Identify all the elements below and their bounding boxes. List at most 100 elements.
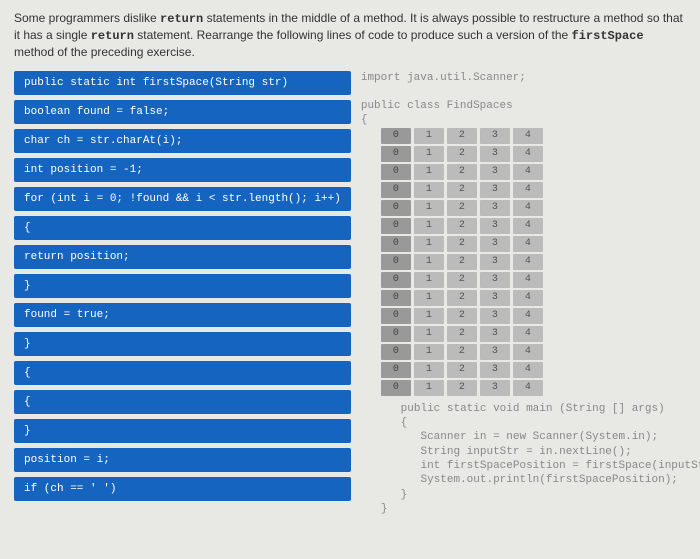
indent-slot[interactable]: 0 [381,308,411,324]
indent-slot[interactable]: 0 [381,380,411,396]
indent-slot[interactable]: 1 [414,254,444,270]
indent-slot[interactable]: 3 [480,380,510,396]
indent-slot[interactable]: 0 [381,326,411,342]
slot-row[interactable]: 01234 [381,380,700,396]
indent-slot[interactable]: 2 [447,254,477,270]
indent-slot[interactable]: 4 [513,254,543,270]
indent-slot[interactable]: 1 [414,272,444,288]
draggable-code-block[interactable]: if (ch == ' ') [14,477,351,501]
indent-slot[interactable]: 3 [480,362,510,378]
draggable-code-block[interactable]: char ch = str.charAt(i); [14,129,351,153]
slot-row[interactable]: 01234 [381,290,700,306]
indent-slot[interactable]: 4 [513,290,543,306]
draggable-code-block[interactable]: { [14,361,351,385]
draggable-code-block[interactable]: return position; [14,245,351,269]
indent-slot[interactable]: 3 [480,326,510,342]
draggable-code-block[interactable]: { [14,216,351,240]
draggable-code-block[interactable]: int position = -1; [14,158,351,182]
indent-slot[interactable]: 1 [414,182,444,198]
slot-row[interactable]: 01234 [381,164,700,180]
indent-slot[interactable]: 2 [447,146,477,162]
indent-slot[interactable]: 2 [447,362,477,378]
indent-slot[interactable]: 2 [447,218,477,234]
draggable-code-block[interactable]: found = true; [14,303,351,327]
slot-row[interactable]: 01234 [381,146,700,162]
indent-slot[interactable]: 4 [513,182,543,198]
indent-slot[interactable]: 2 [447,290,477,306]
slot-row[interactable]: 01234 [381,218,700,234]
draggable-code-block[interactable]: position = i; [14,448,351,472]
indent-slot[interactable]: 0 [381,128,411,144]
indent-slot[interactable]: 3 [480,344,510,360]
indent-slot[interactable]: 3 [480,200,510,216]
indent-slot[interactable]: 4 [513,200,543,216]
indent-slot[interactable]: 1 [414,344,444,360]
slot-row[interactable]: 01234 [381,326,700,342]
indent-slot[interactable]: 0 [381,362,411,378]
indent-slot[interactable]: 3 [480,308,510,324]
indent-slot[interactable]: 3 [480,272,510,288]
indent-slot[interactable]: 1 [414,362,444,378]
indent-slot[interactable]: 1 [414,218,444,234]
indent-slot[interactable]: 4 [513,236,543,252]
slot-row[interactable]: 01234 [381,236,700,252]
draggable-code-block[interactable]: { [14,390,351,414]
slot-row[interactable]: 01234 [381,308,700,324]
draggable-code-block[interactable]: public static int firstSpace(String str) [14,71,351,95]
draggable-code-block[interactable]: boolean found = false; [14,100,351,124]
indent-slot[interactable]: 1 [414,290,444,306]
indent-slot[interactable]: 0 [381,254,411,270]
indent-slot[interactable]: 1 [414,128,444,144]
slot-row[interactable]: 01234 [381,254,700,270]
indent-slot[interactable]: 3 [480,236,510,252]
indent-slot[interactable]: 3 [480,164,510,180]
indent-slot[interactable]: 1 [414,236,444,252]
indent-slot[interactable]: 3 [480,290,510,306]
draggable-code-block[interactable]: } [14,274,351,298]
indent-slot[interactable]: 4 [513,128,543,144]
indent-slot[interactable]: 0 [381,164,411,180]
indent-slot[interactable]: 2 [447,182,477,198]
indent-slot[interactable]: 1 [414,146,444,162]
indent-slot[interactable]: 0 [381,200,411,216]
indent-slot[interactable]: 1 [414,200,444,216]
slot-row[interactable]: 01234 [381,362,700,378]
indent-slot[interactable]: 1 [414,308,444,324]
draggable-code-block[interactable]: } [14,332,351,356]
indent-slot[interactable]: 3 [480,146,510,162]
indent-slot[interactable]: 0 [381,182,411,198]
slot-row[interactable]: 01234 [381,344,700,360]
indent-slot[interactable]: 2 [447,272,477,288]
slot-row[interactable]: 01234 [381,128,700,144]
indent-slot[interactable]: 4 [513,362,543,378]
indent-slot[interactable]: 3 [480,218,510,234]
indent-slot[interactable]: 4 [513,164,543,180]
draggable-code-block[interactable]: for (int i = 0; !found && i < str.length… [14,187,351,211]
indent-slot[interactable]: 0 [381,272,411,288]
indent-slot[interactable]: 0 [381,236,411,252]
indent-slot[interactable]: 4 [513,326,543,342]
slot-row[interactable]: 01234 [381,272,700,288]
indent-slot[interactable]: 4 [513,218,543,234]
slot-row[interactable]: 01234 [381,182,700,198]
indent-slot[interactable]: 1 [414,380,444,396]
indent-slot[interactable]: 2 [447,236,477,252]
indent-slot[interactable]: 2 [447,308,477,324]
indent-slot[interactable]: 1 [414,326,444,342]
indent-slot[interactable]: 4 [513,380,543,396]
indent-slot[interactable]: 4 [513,308,543,324]
indent-slot[interactable]: 0 [381,290,411,306]
draggable-code-block[interactable]: } [14,419,351,443]
indent-slot[interactable]: 0 [381,218,411,234]
indent-slot[interactable]: 3 [480,254,510,270]
indent-slot[interactable]: 4 [513,344,543,360]
indent-slot[interactable]: 3 [480,128,510,144]
indent-slot[interactable]: 2 [447,380,477,396]
slot-row[interactable]: 01234 [381,200,700,216]
indent-slot[interactable]: 0 [381,344,411,360]
indent-slot[interactable]: 4 [513,146,543,162]
indent-slot[interactable]: 0 [381,146,411,162]
indent-slot[interactable]: 2 [447,164,477,180]
indent-slot[interactable]: 2 [447,344,477,360]
indent-slot[interactable]: 2 [447,326,477,342]
